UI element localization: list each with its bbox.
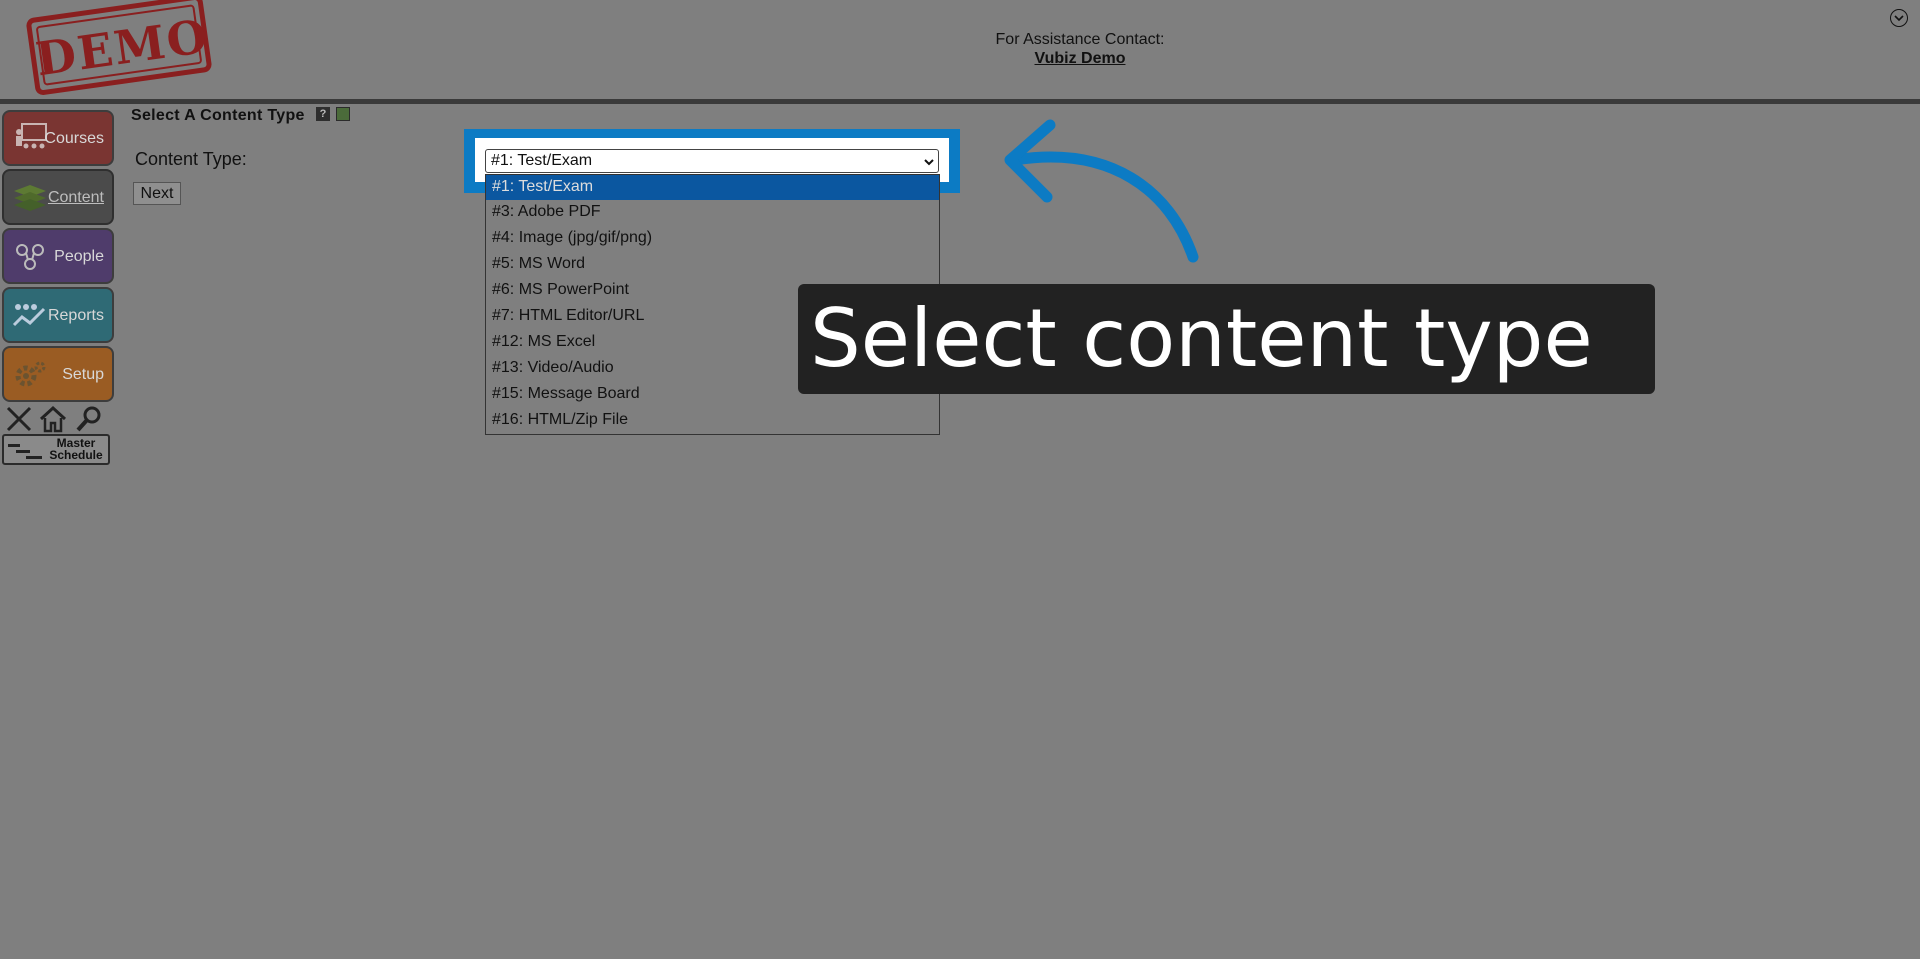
content-icon (14, 185, 46, 211)
dropdown-option[interactable]: #15: Message Board (492, 385, 640, 403)
dropdown-option[interactable]: #13: Video/Audio (492, 359, 614, 377)
select-value: #1: Test/Exam (491, 152, 593, 169)
schedule-icon (8, 444, 42, 459)
sidebar-item-label: People (54, 248, 104, 265)
dropdown-option[interactable]: #6: MS PowerPoint (492, 281, 629, 299)
content-type-select[interactable]: #1: Test/Exam (485, 149, 939, 173)
demo-logo: DEMO (25, 0, 213, 97)
dropdown-option[interactable]: #3: Adobe PDF (492, 203, 601, 221)
sidebar-item-reports[interactable]: Reports (2, 287, 114, 343)
dropdown-option-selected[interactable]: #1: Test/Exam (486, 175, 939, 200)
assistance-label: For Assistance Contact: (995, 31, 1165, 48)
people-icon (16, 244, 44, 270)
sidebar-item-label: Setup (62, 366, 104, 383)
sidebar-item-label: Content (47, 189, 104, 206)
sidebar-item-content[interactable]: Content (2, 169, 114, 225)
search-icon[interactable] (74, 404, 104, 434)
header-divider (0, 99, 1920, 104)
dropdown-option-label: #1: Test/Exam (492, 178, 594, 195)
sidebar-item-courses[interactable]: Courses (2, 110, 114, 166)
page-title: Select A Content Type (131, 107, 305, 124)
info-icon[interactable] (336, 107, 350, 121)
chevron-down-icon (924, 151, 934, 173)
next-button[interactable]: Next (133, 182, 181, 205)
assistance-contact: For Assistance Contact: Vubiz Demo (930, 31, 1230, 68)
reports-icon (12, 304, 46, 327)
tooltip-text: Select content type (810, 292, 1593, 385)
sidebar-item-people[interactable]: People (2, 228, 114, 284)
courses-icon (16, 123, 47, 149)
dropdown-option[interactable]: #5: MS Word (492, 255, 585, 273)
dropdown-option[interactable]: #4: Image (jpg/gif/png) (492, 229, 652, 247)
sidebar-item-label: Courses (44, 130, 104, 147)
help-icon[interactable]: ? (316, 107, 330, 121)
pointer-arrow-icon (1004, 119, 1199, 263)
dropdown-option[interactable]: #16: HTML/Zip File (492, 411, 628, 429)
setup-icon (15, 361, 46, 387)
master-schedule-button[interactable]: Master Schedule (2, 434, 110, 465)
dropdown-option[interactable]: #7: HTML Editor/URL (492, 307, 644, 325)
dropdown-option[interactable]: #12: MS Excel (492, 333, 595, 351)
contact-link[interactable]: Vubiz Demo (930, 50, 1230, 68)
sidebar-item-label: Reports (47, 307, 104, 324)
close-icon[interactable] (4, 404, 34, 434)
sidebar-item-setup[interactable]: Setup (2, 346, 114, 402)
master-schedule-label: Master Schedule (49, 436, 103, 462)
demo-logo-text: DEMO (32, 8, 213, 87)
content-type-label: Content Type: (135, 149, 247, 169)
chevron-down-icon[interactable] (1890, 9, 1908, 27)
instruction-tooltip: Select content type (798, 284, 1655, 394)
home-icon[interactable] (38, 404, 68, 434)
